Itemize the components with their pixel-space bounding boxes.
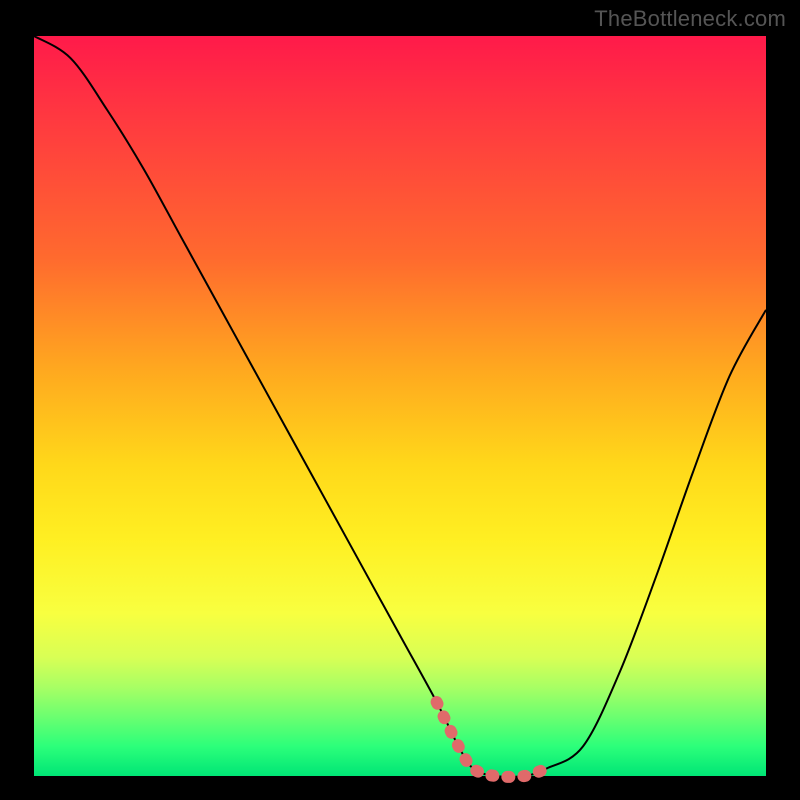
bottleneck-curve (0, 0, 800, 800)
highlight-path (437, 702, 547, 777)
chart-frame: TheBottleneck.com (0, 0, 800, 800)
curve-path (34, 36, 766, 777)
